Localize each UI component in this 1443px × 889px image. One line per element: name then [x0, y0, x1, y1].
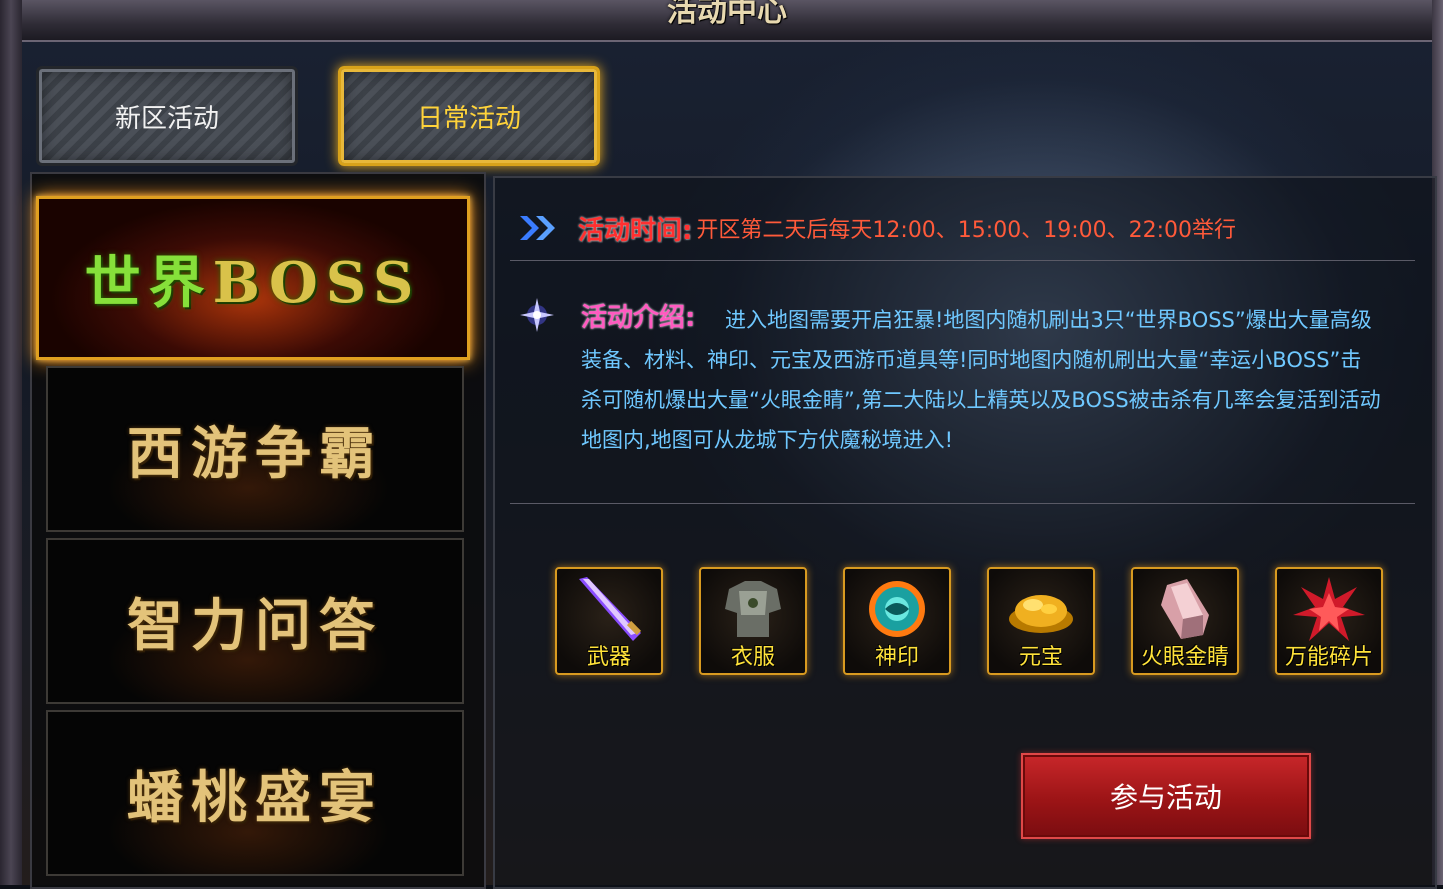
reward-universal-shard-label: 万能碎片: [1284, 645, 1373, 670]
activity-world-boss[interactable]: 世界BOSS: [36, 196, 470, 360]
reward-fire-eye[interactable]: 火眼金睛: [1131, 567, 1239, 675]
divider: [510, 260, 1415, 261]
window-left-border: [0, 0, 22, 885]
activity-journey-battle[interactable]: 西游争霸: [46, 366, 464, 532]
activity-quiz-label: 智力问答: [127, 592, 383, 659]
reward-seal[interactable]: 神印: [843, 567, 951, 675]
title-bar: 活动中心: [22, 0, 1432, 42]
reward-seal-label: 神印: [874, 645, 919, 670]
tab-daily-activity[interactable]: 日常活动: [338, 66, 600, 166]
seal-orb-icon: [869, 581, 925, 637]
window-title: 活动中心: [667, 0, 787, 29]
activity-peach-banquet-label: 蟠桃盛宴: [127, 764, 383, 831]
reward-gold[interactable]: 元宝: [987, 567, 1095, 675]
join-activity-button[interactable]: 参与活动: [1021, 753, 1311, 839]
sword-icon: [579, 577, 642, 641]
reward-weapon-label: 武器: [586, 645, 631, 670]
reward-armor-label: 衣服: [730, 645, 775, 670]
reward-gold-label: 元宝: [1018, 645, 1063, 670]
activity-time-label: 活动时间:: [578, 215, 693, 246]
divider: [510, 503, 1415, 504]
activity-journey-battle-label: 西游争霸: [127, 420, 383, 487]
double-chevron-icon: [520, 216, 555, 240]
armor-icon: [725, 581, 781, 637]
reward-list: 武器 衣服 神印 元宝 火眼金睛 万能碎片: [555, 567, 1383, 675]
crystal-icon: [1161, 579, 1209, 639]
reward-armor[interactable]: 衣服: [699, 567, 807, 675]
shard-star-icon: [1293, 577, 1365, 641]
sparkle-icon: [520, 298, 554, 332]
tab-new-server-activity[interactable]: 新区活动: [36, 66, 298, 166]
activity-intro-text: 进入地图需要开启狂暴!地图内随机刷出3只“世界BOSS”爆出大量高级装备、材料、…: [581, 308, 1381, 452]
reward-fire-eye-label: 火眼金睛: [1140, 645, 1229, 670]
activity-world-boss-label: 世界BOSS: [84, 249, 422, 316]
reward-universal-shard[interactable]: 万能碎片: [1275, 567, 1383, 675]
gold-ingot-icon: [1009, 595, 1073, 633]
activity-time-row: 活动时间: 开区第二天后每天12:00、15:00、19:00、22:00举行: [518, 208, 1236, 248]
activity-peach-banquet[interactable]: 蟠桃盛宴: [46, 710, 464, 876]
activity-time-text: 开区第二天后每天12:00、15:00、19:00、22:00举行: [696, 218, 1237, 243]
activity-quiz[interactable]: 智力问答: [46, 538, 464, 704]
reward-weapon[interactable]: 武器: [555, 567, 663, 675]
